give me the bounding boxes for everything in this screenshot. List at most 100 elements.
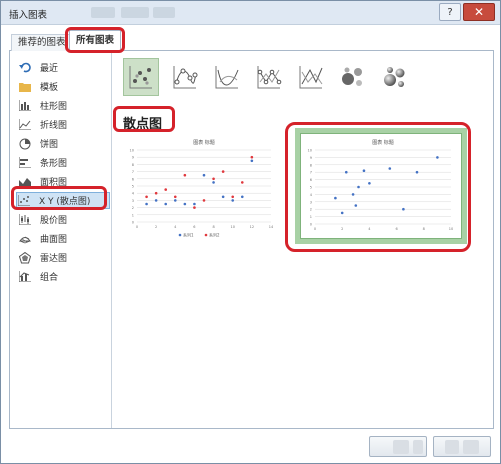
surface-chart-icon xyxy=(18,232,32,245)
x-tick-label: 4 xyxy=(174,225,177,229)
y-tick-label: 9 xyxy=(310,156,312,160)
sidebar-item-label: X Y (散点图) xyxy=(39,197,91,207)
y-tick-label: 10 xyxy=(308,149,312,153)
main-panel: 最近 模板 柱形图 折线图 饼图 条形图 面积图 X Y (散点图) 股价图 曲… xyxy=(9,51,494,429)
x-tick-label: 8 xyxy=(212,225,214,229)
sidebar-item-area[interactable]: 面积图 xyxy=(18,173,110,190)
blurred-area xyxy=(445,440,459,454)
y-tick-label: 5 xyxy=(132,185,134,189)
scatter-straight-lines-icon[interactable] xyxy=(293,58,329,96)
x-tick-label: 6 xyxy=(395,227,397,231)
sidebar-item-label: 饼图 xyxy=(40,140,59,150)
tab-recommended[interactable]: 推荐的图表 xyxy=(11,34,73,51)
stock-chart-icon xyxy=(18,213,32,226)
button-bar xyxy=(1,433,500,463)
data-point xyxy=(164,188,168,191)
blurred-area xyxy=(393,440,409,454)
sidebar-item-templates[interactable]: 模板 xyxy=(18,78,110,95)
sidebar-item-line[interactable]: 折线图 xyxy=(18,116,110,133)
scatter-smooth-lines-markers-icon[interactable] xyxy=(167,58,203,96)
blurred-area xyxy=(413,440,423,454)
sidebar-item-label: 条形图 xyxy=(40,159,68,169)
bubble-icon[interactable] xyxy=(335,58,371,96)
sidebar-item-stock[interactable]: 股价图 xyxy=(18,211,110,228)
tab-all-charts[interactable]: 所有图表 xyxy=(69,30,122,51)
data-point xyxy=(402,207,405,211)
sidebar-item-surface[interactable]: 曲面图 xyxy=(18,230,110,247)
sidebar-item-column[interactable]: 柱形图 xyxy=(18,97,110,114)
close-button[interactable]: ✕ xyxy=(463,3,495,21)
sidebar-item-radar[interactable]: 雷达图 xyxy=(18,249,110,266)
data-point xyxy=(173,199,177,202)
x-tick-label: 12 xyxy=(250,225,254,229)
sidebar-item-label: 模板 xyxy=(40,83,59,93)
sidebar-item-label: 面积图 xyxy=(40,178,68,188)
y-tick-label: 4 xyxy=(132,192,135,196)
y-tick-label: 6 xyxy=(310,178,312,182)
x-tick-label: 8 xyxy=(423,227,425,231)
sidebar-item-label: 组合 xyxy=(40,273,59,283)
data-point xyxy=(415,170,419,174)
sidebar-item-bar[interactable]: 条形图 xyxy=(18,154,110,171)
y-tick-label: 7 xyxy=(132,170,134,174)
data-point xyxy=(202,173,206,177)
title-bar: 插入图表 ? ✕ xyxy=(1,1,500,25)
preview-chart-2-svg: 图表 标题 0 1 2 3 4 5 6 7 8 9 10 0 2 4 6 8 10 xyxy=(308,139,454,231)
radar-chart-icon xyxy=(18,251,32,264)
data-point xyxy=(362,169,366,173)
3d-bubble-icon[interactable] xyxy=(377,58,413,96)
preview-chart-2-frame: 图表 标题 0 1 2 3 4 5 6 7 8 9 10 0 2 4 6 8 10 xyxy=(300,133,462,239)
preview-chart-2[interactable]: 图表 标题 0 1 2 3 4 5 6 7 8 9 10 0 2 4 6 8 10 xyxy=(295,128,467,244)
data-point xyxy=(231,199,235,202)
sidebar-item-label: 雷达图 xyxy=(40,254,68,264)
sidebar-item-label: 折线图 xyxy=(40,121,68,131)
sidebar-item-recent[interactable]: 最近 xyxy=(18,59,110,76)
sidebar-item-xy-scatter[interactable]: X Y (散点图) xyxy=(16,192,110,209)
data-point xyxy=(212,181,215,184)
legend-label: 系列1 xyxy=(183,232,194,238)
scatter-icon[interactable] xyxy=(123,58,159,96)
tab-bar: 推荐的图表 所有图表 xyxy=(9,29,494,51)
y-tick-label: 8 xyxy=(132,163,134,167)
chart-subtype-area: 散点图 图表 标题 0 1 2 3 4 5 6 7 8 9 10 0 2 4 6 8 10 12 14 系列1 系列2 图… xyxy=(113,51,493,428)
scatter-smooth-lines-icon[interactable] xyxy=(209,58,245,96)
preview-chart-1-svg: 图表 标题0123456789100 2 4 6 8 10 12 14系列1 系列2 xyxy=(130,139,274,238)
y-tick-label: 8 xyxy=(310,163,312,167)
data-point xyxy=(202,199,206,202)
sidebar-item-label: 最近 xyxy=(40,64,59,74)
scatter-straight-lines-markers-icon[interactable] xyxy=(251,58,287,96)
sidebar-item-label: 曲面图 xyxy=(40,235,68,245)
help-button[interactable]: ? xyxy=(439,3,461,21)
sidebar-item-pie[interactable]: 饼图 xyxy=(18,135,110,152)
y-tick-label: 3 xyxy=(132,199,134,203)
x-tick-label: 4 xyxy=(368,227,371,231)
legend-marker xyxy=(204,233,208,237)
data-point xyxy=(357,185,360,189)
data-point xyxy=(344,170,348,174)
data-point xyxy=(334,196,337,200)
y-tick-label: 10 xyxy=(130,149,134,153)
data-point xyxy=(354,204,358,207)
sidebar-item-label: 股价图 xyxy=(40,216,68,226)
data-point xyxy=(183,202,187,206)
cancel-button[interactable] xyxy=(433,436,491,457)
y-tick-label: 1 xyxy=(132,213,134,217)
legend-label: 系列2 xyxy=(209,232,220,238)
x-tick-label: 0 xyxy=(314,227,316,231)
data-point xyxy=(145,202,148,206)
chart-title: 图表 标题 xyxy=(193,139,215,146)
data-point xyxy=(173,195,177,199)
y-tick-label: 9 xyxy=(132,156,134,160)
preview-chart-1[interactable]: 图表 标题 0 1 2 3 4 5 6 7 8 9 10 0 2 4 6 8 10 12 14 系列1 系列2 xyxy=(123,134,278,244)
y-tick-label: 4 xyxy=(310,193,313,197)
data-point xyxy=(368,182,371,185)
data-point xyxy=(351,193,355,196)
sidebar-item-combo[interactable]: 组合 xyxy=(18,268,110,285)
blurred-area xyxy=(153,7,175,18)
y-tick-label: 2 xyxy=(132,206,134,210)
y-tick-label: 5 xyxy=(310,186,312,190)
chart-title: 图表 标题 xyxy=(372,139,394,146)
data-point xyxy=(221,170,225,173)
column-chart-icon xyxy=(18,99,32,112)
data-point xyxy=(240,195,244,199)
